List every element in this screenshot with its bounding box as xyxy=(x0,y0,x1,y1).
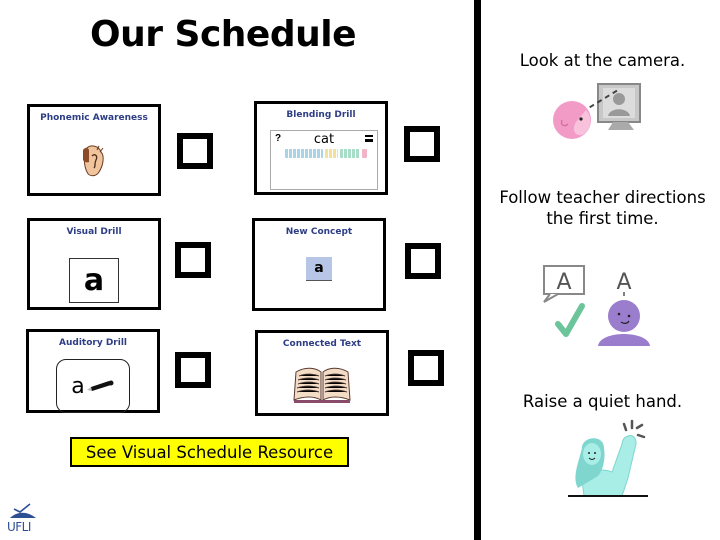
visual-schedule-resource-button[interactable]: See Visual Schedule Resource xyxy=(70,437,349,467)
pencil-icon xyxy=(86,380,114,391)
card-label: Blending Drill xyxy=(286,110,356,120)
schedule-card-blending-drill: Blending Drill ? cat xyxy=(254,101,388,195)
card-label: Connected Text xyxy=(282,339,362,349)
card-label: Auditory Drill xyxy=(59,338,127,348)
ear-hand-icon xyxy=(83,145,104,177)
schedule-card-auditory-drill: Auditory Drill a xyxy=(26,329,160,413)
schedule-card-visual-drill: Visual Drill a xyxy=(27,218,161,310)
ufli-logo-text: UFLI xyxy=(7,520,31,534)
schedule-card-connected-text: Connected Text xyxy=(255,330,389,416)
menu-icon xyxy=(365,135,373,142)
schedule-card-phonemic-awareness: Phonemic Awareness xyxy=(27,104,161,196)
card-label: Visual Drill xyxy=(66,227,122,237)
writing-pencil-icon: a xyxy=(56,359,130,413)
blending-board-icon: ? cat xyxy=(270,130,378,190)
checkbox-connected-text[interactable] xyxy=(408,350,444,386)
card-label: Phonemic Awareness xyxy=(40,113,148,123)
checkbox-phonemic-awareness[interactable] xyxy=(177,133,213,169)
ufli-logo-icon xyxy=(10,503,36,518)
checkbox-auditory-drill[interactable] xyxy=(175,352,211,388)
written-letter: a xyxy=(71,373,85,399)
raise-hand-icon xyxy=(568,419,648,497)
schedule-card-new-concept: New Concept a xyxy=(252,218,386,311)
echo-letter: A xyxy=(616,270,631,295)
follow-directions-icon: A A xyxy=(543,265,650,346)
letter-tile-rows xyxy=(285,149,367,161)
checkbox-visual-drill[interactable] xyxy=(175,242,211,278)
open-book-icon xyxy=(293,367,351,403)
speech-letter: A xyxy=(556,270,571,295)
rule-raise-hand: Raise a quiet hand. xyxy=(522,392,683,411)
checkbox-blending-drill[interactable] xyxy=(404,126,440,162)
look-at-camera-icon xyxy=(553,83,641,139)
letter-tile-icon: a xyxy=(306,256,332,281)
card-label: New Concept xyxy=(285,227,353,237)
letter-card-icon: a xyxy=(69,257,119,303)
blend-word: cat xyxy=(313,132,335,147)
rule-follow-directions: Follow teacher directions the first time… xyxy=(499,188,706,228)
rule-look-at-camera: Look at the camera. xyxy=(519,51,686,70)
checkbox-new-concept[interactable] xyxy=(405,243,441,279)
divider xyxy=(474,0,481,540)
page-title: Our Schedule xyxy=(90,14,357,55)
